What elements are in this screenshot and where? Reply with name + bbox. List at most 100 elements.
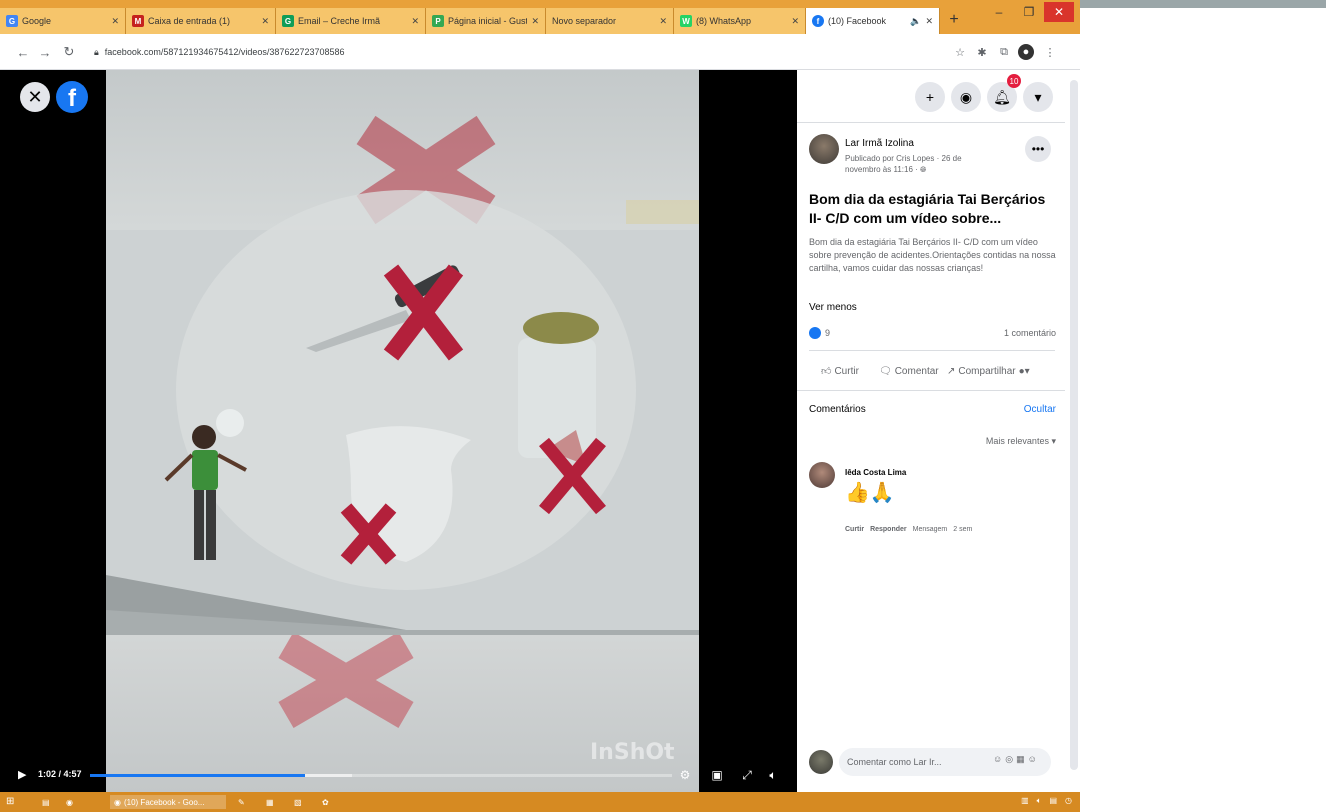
reload-icon[interactable]: ↻ (60, 43, 78, 61)
share-label: Compartilhar (958, 365, 1016, 377)
audience-selector-icon[interactable]: ●▾ (1019, 366, 1030, 377)
language-icon[interactable]: ▤ (1049, 796, 1057, 806)
comment-like-link[interactable]: Curtir (845, 526, 864, 533)
comment-sort-dropdown[interactable]: Mais relevantes ▾ (986, 436, 1056, 447)
taskbar: ⊞ ▤ ◉ ◉ (10) Facebook - Goo... ✎ ▦ ▧ ✿ ▥… (0, 792, 1080, 812)
video-player[interactable] (106, 70, 699, 792)
volume-icon[interactable]: 🔈︎ (764, 766, 782, 784)
like-reaction-icon (809, 327, 821, 339)
comment-count[interactable]: 1 comentário (1004, 328, 1056, 338)
like-label: Curtir (834, 365, 859, 377)
tab-whatsapp[interactable]: W (8) WhatsApp ✕ (674, 8, 806, 34)
word-icon[interactable]: ▧ (294, 795, 302, 809)
comment-input-icons: ☺◎▦☺ (993, 754, 1040, 765)
windows-start-icon[interactable]: ⊞ (6, 796, 18, 808)
tab-facebook[interactable]: f (10) Facebook 🔈 ✕ (806, 8, 940, 34)
see-less-link[interactable]: Ver menos (809, 302, 857, 313)
forward-arrow-icon[interactable]: → (36, 43, 54, 61)
close-icon[interactable]: ✕ (261, 16, 269, 27)
address-text: facebook.com/587121934675412/videos/3876… (104, 47, 345, 57)
page-icon: P (432, 15, 444, 27)
whatsapp-icon: W (680, 15, 692, 27)
minimize-button[interactable]: – (984, 2, 1014, 22)
network-icon[interactable]: ▥ (1021, 796, 1029, 806)
divider (797, 390, 1065, 391)
excel-icon[interactable]: ▦ (266, 795, 274, 809)
extensions-puzzle-icon[interactable]: ⧉ (996, 44, 1012, 60)
video-progress-bar[interactable] (90, 774, 672, 777)
close-icon[interactable]: ✕ (925, 16, 933, 27)
camera-icon[interactable]: ◎ (1005, 754, 1016, 764)
play-icon[interactable]: ▶ (18, 768, 32, 782)
mini-player-icon[interactable]: ▣ (708, 766, 726, 784)
post-title: Bom dia da estagiária Tai Berçários II- … (809, 191, 1046, 226)
comments-heading: Comentários (809, 404, 866, 415)
taskbar-item-facebook[interactable]: ◉ (10) Facebook - Goo... (110, 795, 226, 809)
create-button[interactable]: + (915, 82, 945, 112)
my-avatar[interactable] (809, 750, 833, 774)
paint-icon[interactable]: ✿ (322, 795, 329, 809)
tab-google[interactable]: G Google ✕ (0, 8, 126, 34)
comment-text: 👍🙏 (845, 482, 895, 504)
close-icon[interactable]: ✕ (791, 16, 799, 27)
close-icon[interactable]: ✕ (531, 16, 539, 27)
maximize-button[interactable]: ❐ (1014, 2, 1044, 22)
screen: G Google ✕ M Caixa de entrada (1) ✕ G Em… (0, 0, 1326, 812)
reaction-count[interactable]: 9 (825, 328, 830, 338)
clock-icon[interactable]: ◷ (1065, 796, 1072, 806)
facebook-logo-icon[interactable]: f (56, 81, 88, 113)
window-close-button[interactable]: ✕ (1044, 2, 1074, 22)
panel-scrollbar[interactable] (1070, 80, 1078, 770)
kebab-menu-icon[interactable]: ⋮ (1042, 44, 1058, 60)
hide-comments-link[interactable]: Ocultar (1024, 404, 1056, 415)
back-arrow-icon[interactable]: ← (14, 43, 32, 61)
profile-avatar-icon[interactable]: ● (1018, 44, 1034, 60)
emoji-icon[interactable]: ☺ (993, 754, 1005, 764)
close-viewer-button[interactable]: ✕ (20, 82, 50, 112)
pen-icon[interactable]: ✎ (238, 795, 245, 809)
new-tab-button[interactable]: + (944, 10, 964, 30)
sticker-icon[interactable]: ☺ (1028, 754, 1040, 764)
extension-icon[interactable]: ✱ (974, 44, 990, 60)
video-viewer: ✕ f InShOt ▶ 1:02 / 4:57 ⚙ ▣ ⤢ 🔈︎ (0, 70, 797, 792)
tab-title: (10) Facebook (828, 16, 887, 26)
comment-button[interactable]: 🗨︎ Comentar (879, 362, 939, 380)
volume-tray-icon[interactable]: 🔈︎ (1037, 796, 1042, 806)
close-icon[interactable]: ✕ (111, 16, 119, 27)
settings-gear-icon[interactable]: ⚙ (676, 766, 694, 784)
tab-home[interactable]: P Página inicial - Gust ✕ (426, 8, 546, 34)
tab-email[interactable]: G Email – Creche Irmã ✕ (276, 8, 426, 34)
messenger-icon[interactable]: ◉ (951, 82, 981, 112)
mail-icon: M (132, 15, 144, 27)
like-button[interactable]: 👍︎ Curtir (821, 362, 859, 380)
chrome-icon[interactable]: ◉ (66, 795, 73, 809)
tab-inbox[interactable]: M Caixa de entrada (1) ✕ (126, 8, 276, 34)
post-options-button[interactable]: ••• (1025, 136, 1051, 162)
post-meta-text: Publicado por Cris Lopes · 26 de novembr… (845, 154, 962, 174)
comment-reply-link[interactable]: Responder (870, 526, 907, 533)
star-icon[interactable]: ☆ (952, 44, 968, 60)
close-icon[interactable]: ✕ (411, 16, 419, 27)
address-bar[interactable]: 🔒︎ facebook.com/587121934675412/videos/3… (86, 41, 936, 63)
lock-icon: 🔒︎ (94, 46, 99, 57)
comment-message-link[interactable]: Mensagem (913, 526, 948, 533)
page-name[interactable]: Lar Irmã Izolina (845, 138, 914, 149)
google-icon: G (6, 15, 18, 27)
account-menu-chevron-icon[interactable]: ▾ (1023, 82, 1053, 112)
sort-label: Mais relevantes (985, 436, 1049, 446)
post-panel: + ◉ 🔔︎ 10 ▾ Lar Irmã Izolina Publicado p… (797, 70, 1080, 792)
file-explorer-icon[interactable]: ▤ (42, 795, 50, 809)
gif-icon[interactable]: ▦ (1016, 754, 1028, 764)
post-body: Bom dia da estagiária Tai Berçários II- … (809, 237, 1056, 273)
divider (809, 350, 1055, 351)
commenter-avatar[interactable] (809, 462, 835, 488)
taskbar-item-label: (10) Facebook - Goo... (123, 797, 205, 807)
tab-new[interactable]: Novo separador ✕ (546, 8, 674, 34)
close-icon[interactable]: ✕ (659, 16, 667, 27)
desktop-background (1080, 0, 1326, 8)
fullscreen-icon[interactable]: ⤢ (738, 766, 756, 784)
page-avatar[interactable] (809, 134, 839, 164)
speaker-icon[interactable]: 🔈 (910, 16, 921, 27)
share-button[interactable]: ↗ Compartilhar ●▾ (947, 362, 1030, 380)
comment-author[interactable]: Iêda Costa Lima (845, 468, 906, 477)
